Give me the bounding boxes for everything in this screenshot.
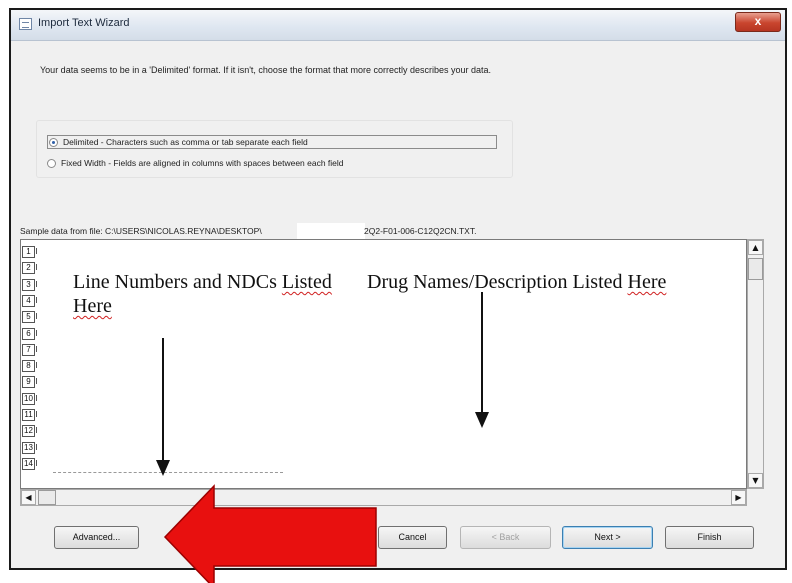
delimited-radio[interactable] bbox=[49, 137, 58, 147]
column-divider-line bbox=[53, 472, 283, 473]
line-number-tick bbox=[36, 248, 40, 254]
app-icon bbox=[19, 18, 32, 30]
fixed-width-radio[interactable] bbox=[47, 158, 56, 168]
horizontal-scroll-thumb[interactable] bbox=[38, 490, 56, 505]
vertical-scrollbar[interactable]: ▲ ▼ bbox=[747, 239, 764, 489]
line-number-3: 3 bbox=[22, 278, 35, 291]
line-number-tick bbox=[36, 280, 40, 287]
line-number-tick bbox=[36, 345, 40, 352]
title-bar: Import Text Wizard x bbox=[11, 10, 785, 41]
annotation-left: Line Numbers and NDCs Listed Here bbox=[73, 270, 343, 318]
next-button[interactable]: Next > bbox=[562, 526, 653, 549]
line-number-tick bbox=[36, 329, 40, 336]
scroll-right-button[interactable]: ▶ bbox=[731, 490, 746, 505]
line-number-tick bbox=[36, 264, 40, 271]
scroll-left-button[interactable]: ◀ bbox=[21, 490, 36, 505]
line-number-4: 4 bbox=[22, 294, 35, 307]
scroll-up-button[interactable]: ▲ bbox=[748, 240, 763, 255]
line-number-1: 1 bbox=[22, 246, 35, 258]
line-number-2: 2 bbox=[22, 262, 35, 275]
line-number-8: 8 bbox=[22, 360, 35, 373]
fixed-width-option[interactable]: Fixed Width - Fields are aligned in colu… bbox=[47, 156, 344, 170]
line-number-10: 10 bbox=[22, 392, 35, 405]
line-number-7: 7 bbox=[22, 343, 35, 356]
line-number-tick bbox=[36, 427, 40, 434]
line-number-tick bbox=[36, 296, 40, 303]
line-number-9: 9 bbox=[22, 376, 35, 389]
horizontal-scrollbar[interactable]: ◀ ▶ bbox=[20, 489, 747, 506]
sample-data-label: Sample data from file: C:\USERS\NICOLAS.… bbox=[20, 226, 262, 236]
window-title: Import Text Wizard bbox=[38, 17, 130, 29]
line-number-tick bbox=[36, 443, 40, 450]
line-number-12: 12 bbox=[22, 425, 35, 438]
scroll-down-button[interactable]: ▼ bbox=[748, 473, 763, 488]
line-number-tick bbox=[36, 411, 40, 417]
redacted-path-segment bbox=[297, 223, 365, 239]
line-number-tick bbox=[36, 378, 40, 385]
delimited-label: Delimited - Characters such as comma or … bbox=[63, 137, 308, 147]
line-number-tick bbox=[36, 459, 40, 466]
sample-data-preview[interactable]: 1 2 3 4 5 6 7 8 9 10 11 12 13 14 Line Numbers and NDC… bbox=[20, 239, 747, 489]
close-button[interactable]: x bbox=[735, 12, 781, 32]
back-button[interactable]: < Back bbox=[460, 526, 551, 549]
intro-text: Your data seems to be in a 'Delimited' f… bbox=[40, 65, 492, 75]
finish-button[interactable]: Finish bbox=[665, 526, 754, 549]
line-number-tick bbox=[36, 362, 40, 369]
line-number-14: 14 bbox=[22, 457, 35, 470]
line-number-tick bbox=[36, 313, 40, 320]
line-number-11: 11 bbox=[22, 409, 35, 421]
annotation-right: Drug Names/Description Listed Here bbox=[367, 270, 687, 294]
line-number-13: 13 bbox=[22, 441, 35, 454]
annotation-right-text: Drug Names/Description Listed Here bbox=[367, 271, 667, 293]
delimited-option[interactable]: Delimited - Characters such as comma or … bbox=[47, 135, 497, 149]
line-number-tick bbox=[36, 394, 40, 401]
line-number-5: 5 bbox=[22, 311, 35, 324]
sample-file-name: 2Q2-F01-006-C12Q2CN.TXT. bbox=[364, 226, 477, 236]
format-option-group: Delimited - Characters such as comma or … bbox=[36, 120, 513, 178]
cancel-button[interactable]: Cancel bbox=[378, 526, 447, 549]
annotation-left-text: Line Numbers and NDCs Listed Here bbox=[73, 271, 332, 317]
fixed-width-label: Fixed Width - Fields are aligned in colu… bbox=[61, 158, 344, 168]
vertical-scroll-thumb[interactable] bbox=[748, 258, 763, 280]
line-number-6: 6 bbox=[22, 327, 35, 340]
advanced-button[interactable]: Advanced... bbox=[54, 526, 139, 549]
